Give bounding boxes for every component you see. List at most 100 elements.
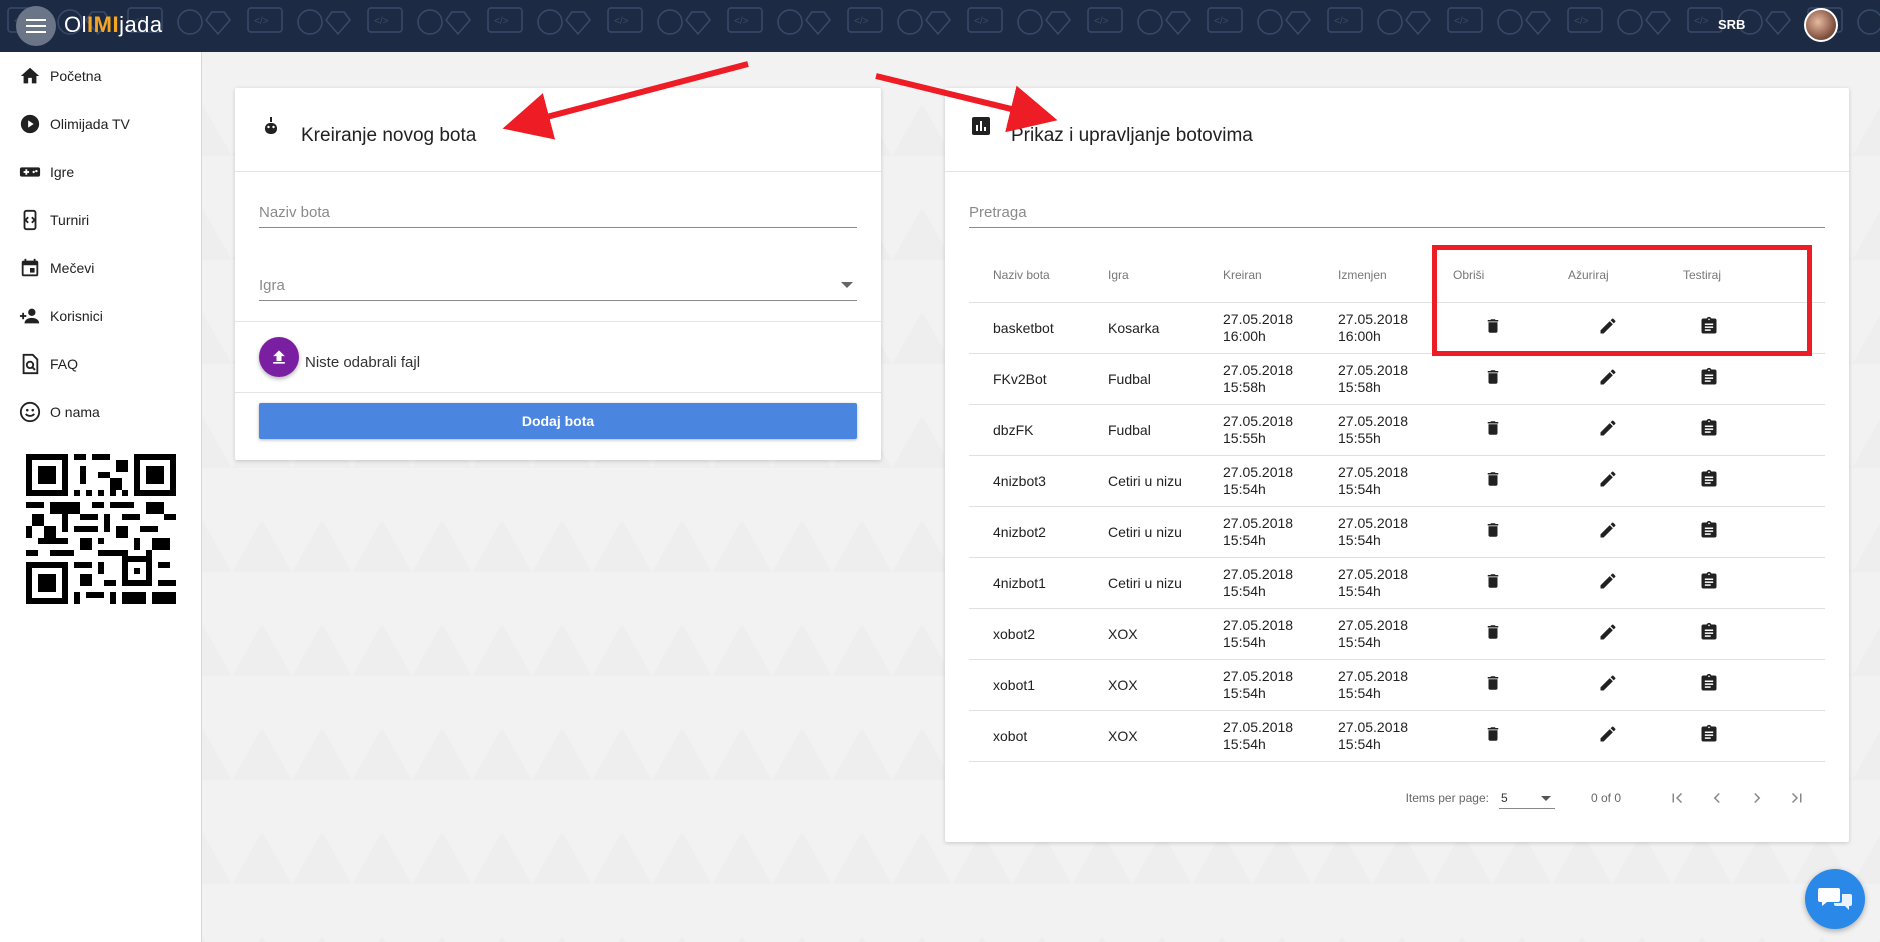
first-page-icon bbox=[1672, 792, 1683, 804]
home-icon bbox=[18, 64, 42, 88]
bot-name: 4nizbot2 bbox=[993, 523, 1046, 540]
column-header-name[interactable]: Naziv bota bbox=[969, 248, 1084, 303]
robot-icon bbox=[265, 116, 277, 134]
edit-icon[interactable] bbox=[1596, 571, 1620, 595]
modified-time: 15:54h bbox=[1338, 684, 1381, 701]
bot-name-field[interactable]: Naziv bota bbox=[259, 188, 857, 228]
created-time: 15:58h bbox=[1223, 378, 1266, 395]
avatar[interactable] bbox=[1804, 8, 1838, 42]
update-cell bbox=[1544, 506, 1659, 558]
edit-icon[interactable] bbox=[1596, 469, 1620, 493]
items-per-page-label: Items per page: bbox=[1405, 791, 1489, 805]
game-name: Fudbal bbox=[1108, 370, 1151, 387]
clipboard-icon[interactable] bbox=[1699, 418, 1723, 442]
table-row: xobot XOX 27.05.2018 15:54h 27.05.2018 15:54h bbox=[969, 710, 1825, 762]
game-name: XOX bbox=[1108, 625, 1138, 642]
column-header-game[interactable]: Igra bbox=[1084, 248, 1199, 303]
delete-icon[interactable] bbox=[1481, 418, 1505, 442]
paginator: Items per page: 5 0 of 0 bbox=[1406, 778, 1817, 818]
sidebar-item-olimijada-tv[interactable]: Olimijada TV bbox=[0, 100, 201, 148]
sidebar-item-label: Početna bbox=[50, 68, 102, 84]
modified-date: 27.05.2018 bbox=[1338, 361, 1409, 378]
bot-name: xobot1 bbox=[993, 676, 1036, 693]
sidebar-item-turniri[interactable]: Turniri bbox=[0, 196, 201, 244]
game-name: Fudbal bbox=[1108, 421, 1151, 438]
created-time: 15:54h bbox=[1223, 633, 1266, 650]
clipboard-icon[interactable] bbox=[1699, 571, 1723, 595]
game-name: XOX bbox=[1108, 727, 1138, 744]
sidebar-item-faq[interactable]: FAQ bbox=[0, 340, 201, 388]
delete-icon[interactable] bbox=[1481, 367, 1505, 391]
modified-time: 15:58h bbox=[1338, 378, 1381, 395]
tournament-icon bbox=[18, 208, 42, 232]
table-body: basketbot Kosarka 27.05.2018 16:00h 27.05.20… bbox=[969, 302, 1825, 762]
edit-icon[interactable] bbox=[1596, 520, 1620, 544]
clipboard-icon[interactable] bbox=[1699, 622, 1723, 646]
clipboard-icon[interactable] bbox=[1699, 520, 1723, 544]
edit-icon[interactable] bbox=[1596, 673, 1620, 697]
sidebar-item-o-nama[interactable]: O nama bbox=[0, 388, 201, 436]
delete-icon[interactable] bbox=[1481, 724, 1505, 748]
game-name: Cetiri u nizu bbox=[1108, 523, 1182, 540]
delete-icon[interactable] bbox=[1481, 469, 1505, 493]
created-date: 27.05.2018 bbox=[1223, 412, 1294, 429]
bot-name: basketbot bbox=[993, 319, 1054, 336]
column-header-modified[interactable]: Izmenjen bbox=[1314, 248, 1429, 303]
first-page-button[interactable] bbox=[1657, 778, 1697, 818]
delete-cell bbox=[1429, 659, 1544, 711]
clipboard-icon[interactable] bbox=[1699, 367, 1723, 391]
game-name: Cetiri u nizu bbox=[1108, 472, 1182, 489]
modified-date: 27.05.2018 bbox=[1338, 616, 1409, 633]
search-input[interactable]: Pretraga bbox=[969, 188, 1825, 228]
edit-icon[interactable] bbox=[1596, 418, 1620, 442]
edit-icon[interactable] bbox=[1596, 622, 1620, 646]
sidebar-item-mecevi[interactable]: Mečevi bbox=[0, 244, 201, 292]
menu-button[interactable] bbox=[16, 6, 56, 46]
next-page-button[interactable] bbox=[1737, 778, 1777, 818]
clipboard-icon[interactable] bbox=[1699, 673, 1723, 697]
logo-prefix: Ol bbox=[64, 12, 87, 37]
bot-name-cell: FKv2Bot bbox=[969, 353, 1084, 405]
sidebar-item-korisnici[interactable]: Korisnici bbox=[0, 292, 201, 340]
bot-name: dbzFK bbox=[993, 421, 1034, 438]
column-header-created[interactable]: Kreiran bbox=[1199, 248, 1314, 303]
clipboard-icon[interactable] bbox=[1699, 724, 1723, 748]
delete-icon[interactable] bbox=[1481, 520, 1505, 544]
clipboard-icon[interactable] bbox=[1699, 469, 1723, 493]
previous-page-button[interactable] bbox=[1697, 778, 1737, 818]
bot-name-cell: dbzFK bbox=[969, 404, 1084, 456]
test-cell bbox=[1659, 506, 1825, 558]
items-per-page-select[interactable]: 5 bbox=[1498, 787, 1555, 809]
upload-button[interactable] bbox=[259, 337, 299, 377]
game-name: Kosarka bbox=[1108, 319, 1160, 336]
modified-date: 27.05.2018 bbox=[1338, 565, 1409, 582]
language-selector[interactable]: SRB bbox=[1718, 17, 1745, 32]
add-bot-button[interactable]: Dodaj bota bbox=[259, 403, 857, 439]
edit-icon[interactable] bbox=[1596, 367, 1620, 391]
create-bot-title: Kreiranje novog bota bbox=[301, 124, 477, 146]
modified-cell: 27.05.2018 15:55h bbox=[1314, 404, 1429, 456]
table-row: xobot1 XOX 27.05.2018 15:54h 27.05.2018 15:54… bbox=[969, 659, 1825, 711]
delete-icon[interactable] bbox=[1481, 571, 1505, 595]
search-placeholder: Pretraga bbox=[969, 204, 1027, 221]
sidebar-item-igre[interactable]: Igre bbox=[0, 148, 201, 196]
upload-icon bbox=[273, 350, 285, 364]
delete-icon[interactable] bbox=[1481, 622, 1505, 646]
edit-icon[interactable] bbox=[1596, 724, 1620, 748]
bar-chart-icon bbox=[972, 116, 990, 135]
modified-time: 15:55h bbox=[1338, 429, 1381, 446]
table-row: FKv2Bot Fudbal 27.05.2018 15:58h 27.05.2018 1… bbox=[969, 353, 1825, 405]
table-row: 4nizbot2 Cetiri u nizu 27.05.2018 15:54h 27.… bbox=[969, 506, 1825, 558]
update-cell bbox=[1544, 608, 1659, 660]
chevron-left-icon bbox=[1713, 792, 1720, 804]
bot-name-cell: 4nizbot1 bbox=[969, 557, 1084, 609]
sidebar-item-pocetna[interactable]: Početna bbox=[0, 52, 201, 100]
last-page-button[interactable] bbox=[1777, 778, 1817, 818]
chat-button[interactable] bbox=[1805, 869, 1865, 929]
game-select[interactable]: Igra bbox=[259, 261, 857, 301]
created-date: 27.05.2018 bbox=[1223, 361, 1294, 378]
created-time: 15:54h bbox=[1223, 480, 1266, 497]
app-logo[interactable]: OlIMIjada bbox=[64, 12, 163, 38]
created-cell: 27.05.2018 15:54h bbox=[1199, 659, 1314, 711]
delete-icon[interactable] bbox=[1481, 673, 1505, 697]
